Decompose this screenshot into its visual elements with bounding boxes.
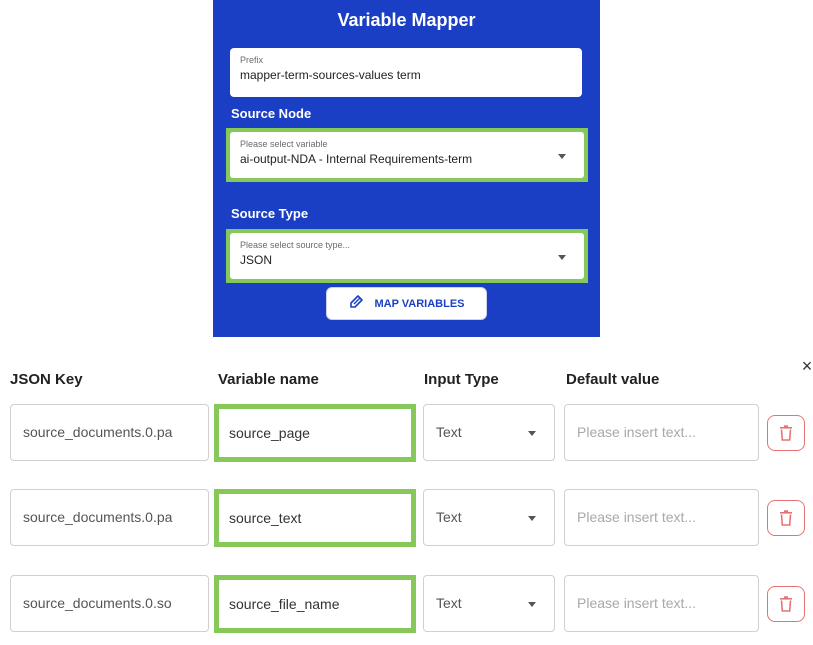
chevron-down-icon — [528, 602, 536, 607]
delete-row-button[interactable] — [767, 415, 805, 451]
map-variables-label: MAP VARIABLES — [374, 297, 465, 310]
json-key-input[interactable]: source_documents.0.so — [10, 575, 209, 632]
variable-name-value: source_page — [229, 425, 310, 441]
mapping-row: source_documents.0.so source_file_name T… — [0, 575, 813, 635]
source-node-select[interactable]: Please select variable ai-output-NDA - I… — [226, 128, 588, 182]
variable-name-input[interactable]: source_text — [214, 489, 416, 547]
source-type-placeholder: Please select source type... — [240, 240, 351, 250]
variable-name-value: source_file_name — [229, 596, 340, 612]
chevron-down-icon — [528, 516, 536, 521]
delete-row-button[interactable] — [767, 500, 805, 536]
map-variables-button[interactable]: MAP VARIABLES — [326, 287, 487, 320]
input-type-value: Text — [436, 509, 462, 525]
input-type-select[interactable]: Text — [423, 575, 555, 632]
mapping-row: source_documents.0.pa source_page Text P… — [0, 404, 813, 464]
trash-icon — [780, 596, 792, 612]
input-type-select[interactable]: Text — [423, 489, 555, 546]
source-type-label: Source Type — [231, 206, 309, 221]
default-value-input[interactable]: Please insert text... — [564, 404, 759, 461]
variable-name-input[interactable]: source_page — [214, 404, 416, 462]
input-type-value: Text — [436, 424, 462, 440]
chevron-down-icon — [528, 431, 536, 436]
variable-mapper-panel: Variable Mapper Prefix mapper-term-sourc… — [213, 0, 600, 337]
delete-row-button[interactable] — [767, 586, 805, 622]
variable-name-value: source_text — [229, 510, 302, 526]
header-json-key: JSON Key — [10, 371, 83, 388]
default-value-input[interactable]: Please insert text... — [564, 489, 759, 546]
trash-icon — [780, 425, 792, 441]
json-key-input[interactable]: source_documents.0.pa — [10, 404, 209, 461]
trash-icon — [780, 510, 792, 526]
source-node-label: Source Node — [231, 106, 312, 121]
map-icon — [348, 294, 364, 313]
panel-title: Variable Mapper — [337, 10, 476, 30]
chevron-down-icon — [558, 255, 566, 260]
variable-name-input[interactable]: source_file_name — [214, 575, 416, 633]
prefix-label: Prefix — [240, 55, 264, 65]
close-icon[interactable]: × — [799, 356, 813, 376]
header-variable-name: Variable name — [218, 371, 319, 388]
header-input-type: Input Type — [424, 371, 499, 388]
default-value-input[interactable]: Please insert text... — [564, 575, 759, 632]
source-type-select[interactable]: Please select source type... JSON — [226, 229, 588, 283]
prefix-field[interactable]: Prefix mapper-term-sources-values term — [230, 48, 582, 97]
prefix-value: mapper-term-sources-values term — [240, 68, 421, 82]
json-key-input[interactable]: source_documents.0.pa — [10, 489, 209, 546]
source-type-value: JSON — [240, 253, 273, 267]
input-type-select[interactable]: Text — [423, 404, 555, 461]
mapping-row: source_documents.0.pa source_text Text P… — [0, 489, 813, 549]
source-node-placeholder: Please select variable — [240, 139, 328, 149]
input-type-value: Text — [436, 595, 462, 611]
header-default-value: Default value — [566, 371, 660, 388]
chevron-down-icon — [558, 154, 566, 159]
source-node-value: ai-output-NDA - Internal Requirements-te… — [240, 152, 473, 166]
